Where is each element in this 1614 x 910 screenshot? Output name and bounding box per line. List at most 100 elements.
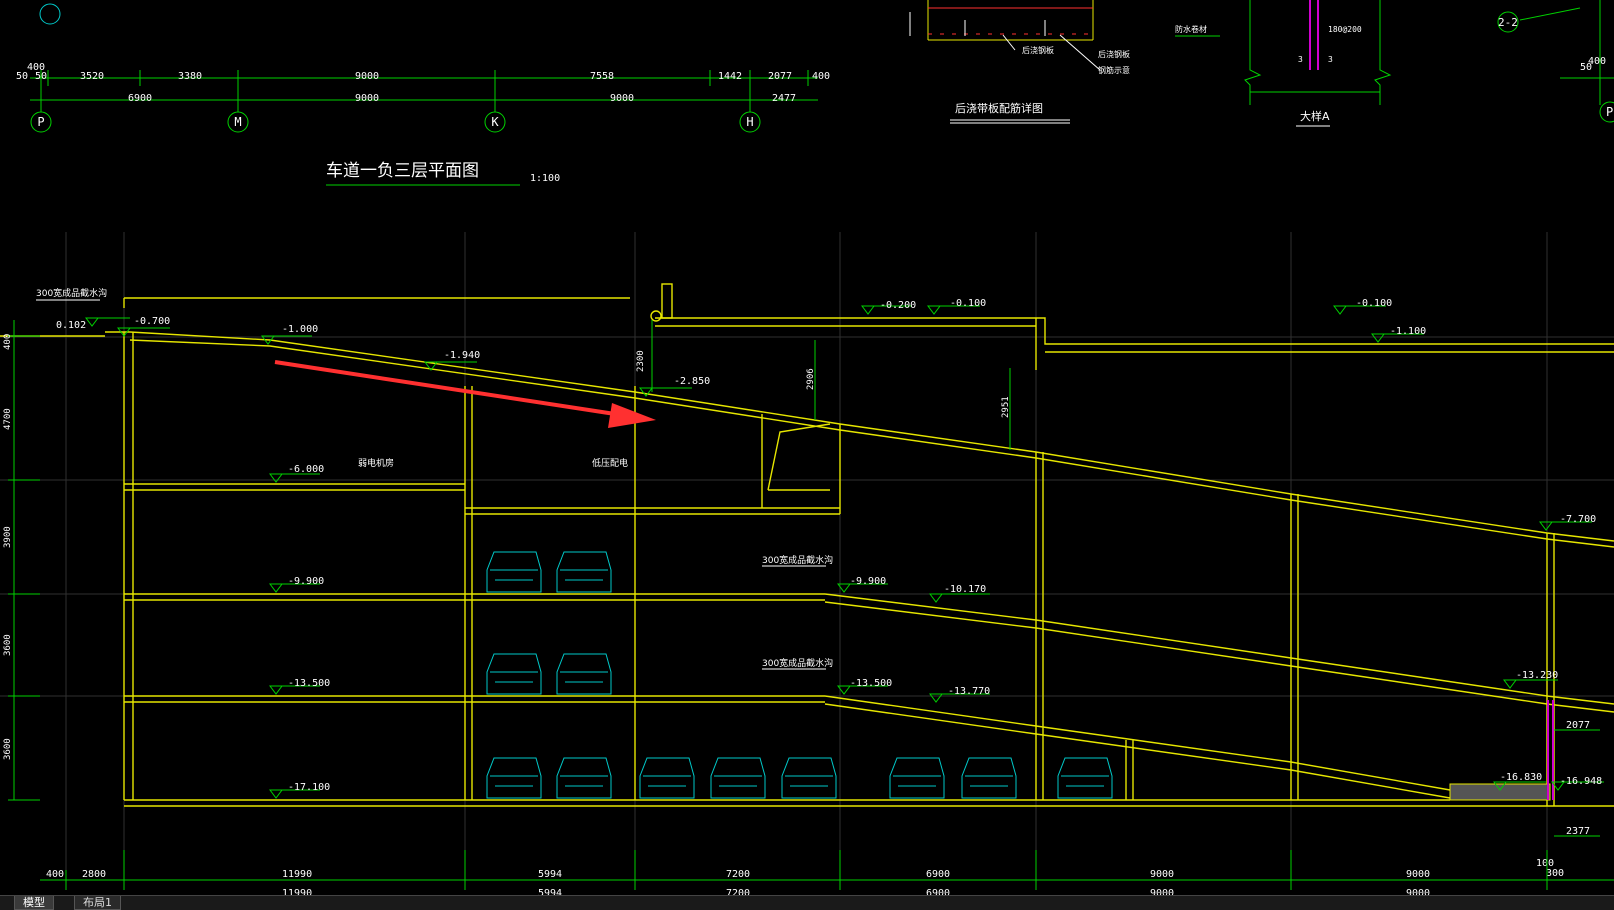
ramp-end-hatch bbox=[1449, 783, 1551, 801]
dim-top: 7558 bbox=[590, 71, 614, 82]
level-label: -13.230 bbox=[1516, 670, 1558, 681]
plan-dimension-lines bbox=[30, 70, 818, 112]
plan-title: 车道一负三层平面图 bbox=[326, 161, 479, 181]
left-dim: 3900 bbox=[3, 526, 13, 548]
left-dim: 3600 bbox=[3, 634, 13, 656]
dim-bottom: 2477 bbox=[772, 93, 796, 104]
detail-title: 大样A bbox=[1300, 109, 1330, 123]
level-label: -17.100 bbox=[288, 782, 330, 793]
level-label: -9.900 bbox=[288, 576, 324, 587]
dim-top: 50 bbox=[16, 71, 28, 82]
dim-bottom: 9000 bbox=[610, 93, 634, 104]
left-dim: 3600 bbox=[3, 738, 13, 760]
level-label: -1.000 bbox=[282, 324, 318, 335]
dim-bottom: 6900 bbox=[128, 93, 152, 104]
level-label: -0.700 bbox=[134, 316, 170, 327]
car-icon bbox=[961, 757, 1017, 799]
axis-label: K bbox=[491, 115, 499, 129]
level-label: -2.850 bbox=[674, 376, 710, 387]
detail-note: 180@200 bbox=[1328, 25, 1362, 34]
level-markers: 0.102 -0.700 -1.000 -1.940 -2.850 -0.200… bbox=[56, 298, 1604, 799]
tab-model[interactable]: 模型 bbox=[14, 896, 54, 910]
detail-title: 后浇带板配筋详图 bbox=[955, 101, 1043, 115]
room-label: 弱电机房 bbox=[358, 457, 394, 469]
level-label: -1.940 bbox=[444, 350, 480, 361]
level-label: -0.200 bbox=[880, 300, 916, 311]
car-icon bbox=[486, 551, 542, 593]
room-label: 低压配电 bbox=[592, 457, 628, 469]
axis-label: H bbox=[746, 115, 753, 129]
vertical-dim: 2906 bbox=[806, 368, 816, 390]
bottom-dim: 11990 bbox=[282, 869, 312, 880]
axis-label: P bbox=[37, 115, 44, 129]
right-dim: 300 bbox=[1546, 868, 1564, 879]
level-label: -13.500 bbox=[288, 678, 330, 689]
level-label: -1.100 bbox=[1390, 326, 1426, 337]
car-icon bbox=[781, 757, 837, 799]
level-label: -13.770 bbox=[948, 686, 990, 697]
vertical-dim: 2951 bbox=[1001, 396, 1011, 418]
bottom-dimensions: 400 2800 11990 5994 7200 6900 9000 9000 … bbox=[40, 850, 1614, 899]
level-label: -10.170 bbox=[944, 584, 986, 595]
detail-note: 后浇钢板 bbox=[1098, 49, 1130, 59]
car-icon bbox=[889, 757, 945, 799]
detail-note: 后浇钢板 bbox=[1022, 45, 1054, 55]
plan-title-block: 车道一负三层平面图 1:100 bbox=[326, 161, 560, 186]
bottom-dim: 7200 bbox=[726, 869, 750, 880]
level-label: -13.500 bbox=[850, 678, 892, 689]
rebar-detail: 后浇钢板 后浇钢板 钢筋示意 后浇带板配筋详图 bbox=[909, 0, 1130, 124]
parking-cars bbox=[486, 551, 1113, 799]
dim-top: 3520 bbox=[80, 71, 104, 82]
bottom-dim: 2800 bbox=[82, 869, 106, 880]
plan-scale: 1:100 bbox=[530, 173, 560, 184]
car-icon bbox=[486, 653, 542, 695]
level-label: -16.948 bbox=[1560, 776, 1602, 787]
section-notes: 300宽成品截水沟 300宽成品截水沟 300宽成品截水沟 弱电机房 低压配电 bbox=[36, 287, 833, 670]
drain-note: 300宽成品截水沟 bbox=[762, 554, 833, 566]
bottom-dim: 6900 bbox=[926, 869, 950, 880]
level-label: -16.830 bbox=[1500, 772, 1542, 783]
level-label: -7.700 bbox=[1560, 514, 1596, 525]
car-icon bbox=[556, 757, 612, 799]
axis-label: M bbox=[234, 115, 241, 129]
bottom-dim: 5994 bbox=[538, 869, 562, 880]
car-icon bbox=[556, 653, 612, 695]
dim-top: 9000 bbox=[355, 71, 379, 82]
vertical-dim: 2300 bbox=[636, 350, 646, 372]
bottom-dim: 9000 bbox=[1150, 869, 1174, 880]
detail-note: 防水卷材 bbox=[1175, 24, 1207, 34]
right-plan-fragment: 400 50 P 2-2 bbox=[1497, 0, 1614, 123]
bottom-dim: 9000 bbox=[1406, 869, 1430, 880]
car-icon bbox=[1057, 757, 1113, 799]
right-dim: 2077 bbox=[1566, 720, 1590, 731]
plan-dimension-texts: 400 50 50 3520 3380 9000 7558 1442 2077 … bbox=[16, 62, 830, 104]
car-icon bbox=[486, 757, 542, 799]
car-icon bbox=[639, 757, 695, 799]
dim-right: 50 bbox=[1580, 62, 1592, 73]
layout-tab-bar: 模型 布局1 bbox=[0, 895, 1614, 910]
drain-note: 300宽成品截水沟 bbox=[762, 657, 833, 669]
left-dim: 4700 bbox=[3, 408, 13, 430]
detail-a: 防水卷材 180@200 3 3 大样A bbox=[1175, 0, 1392, 127]
tab-layout1[interactable]: 布局1 bbox=[74, 896, 121, 910]
car-icon bbox=[556, 551, 612, 593]
level-label: -0.100 bbox=[1356, 298, 1392, 309]
section-structure bbox=[0, 283, 1614, 807]
drain-note: 300宽成品截水沟 bbox=[36, 287, 107, 299]
section-tag: 2-2 bbox=[1498, 16, 1518, 29]
dim-top: 400 bbox=[812, 71, 830, 82]
left-dimensions: 400 4700 3900 3600 3600 bbox=[3, 320, 40, 801]
axis-label: P bbox=[1606, 105, 1613, 119]
level-label: -6.000 bbox=[288, 464, 324, 475]
right-dim: 2377 bbox=[1566, 826, 1590, 837]
dim-top: 3380 bbox=[178, 71, 202, 82]
dim-bottom: 9000 bbox=[355, 93, 379, 104]
detail-note: 3 bbox=[1298, 55, 1303, 64]
detail-note: 钢筋示意 bbox=[1098, 65, 1130, 75]
detail-note: 3 bbox=[1328, 55, 1333, 64]
cad-drawing-area[interactable]: 400 50 50 3520 3380 9000 7558 1442 2077 … bbox=[0, 0, 1614, 909]
level-label: -9.900 bbox=[850, 576, 886, 587]
dim-top: 1442 bbox=[718, 71, 742, 82]
axis-bubbles: P M K H bbox=[30, 3, 761, 133]
car-icon bbox=[710, 757, 766, 799]
